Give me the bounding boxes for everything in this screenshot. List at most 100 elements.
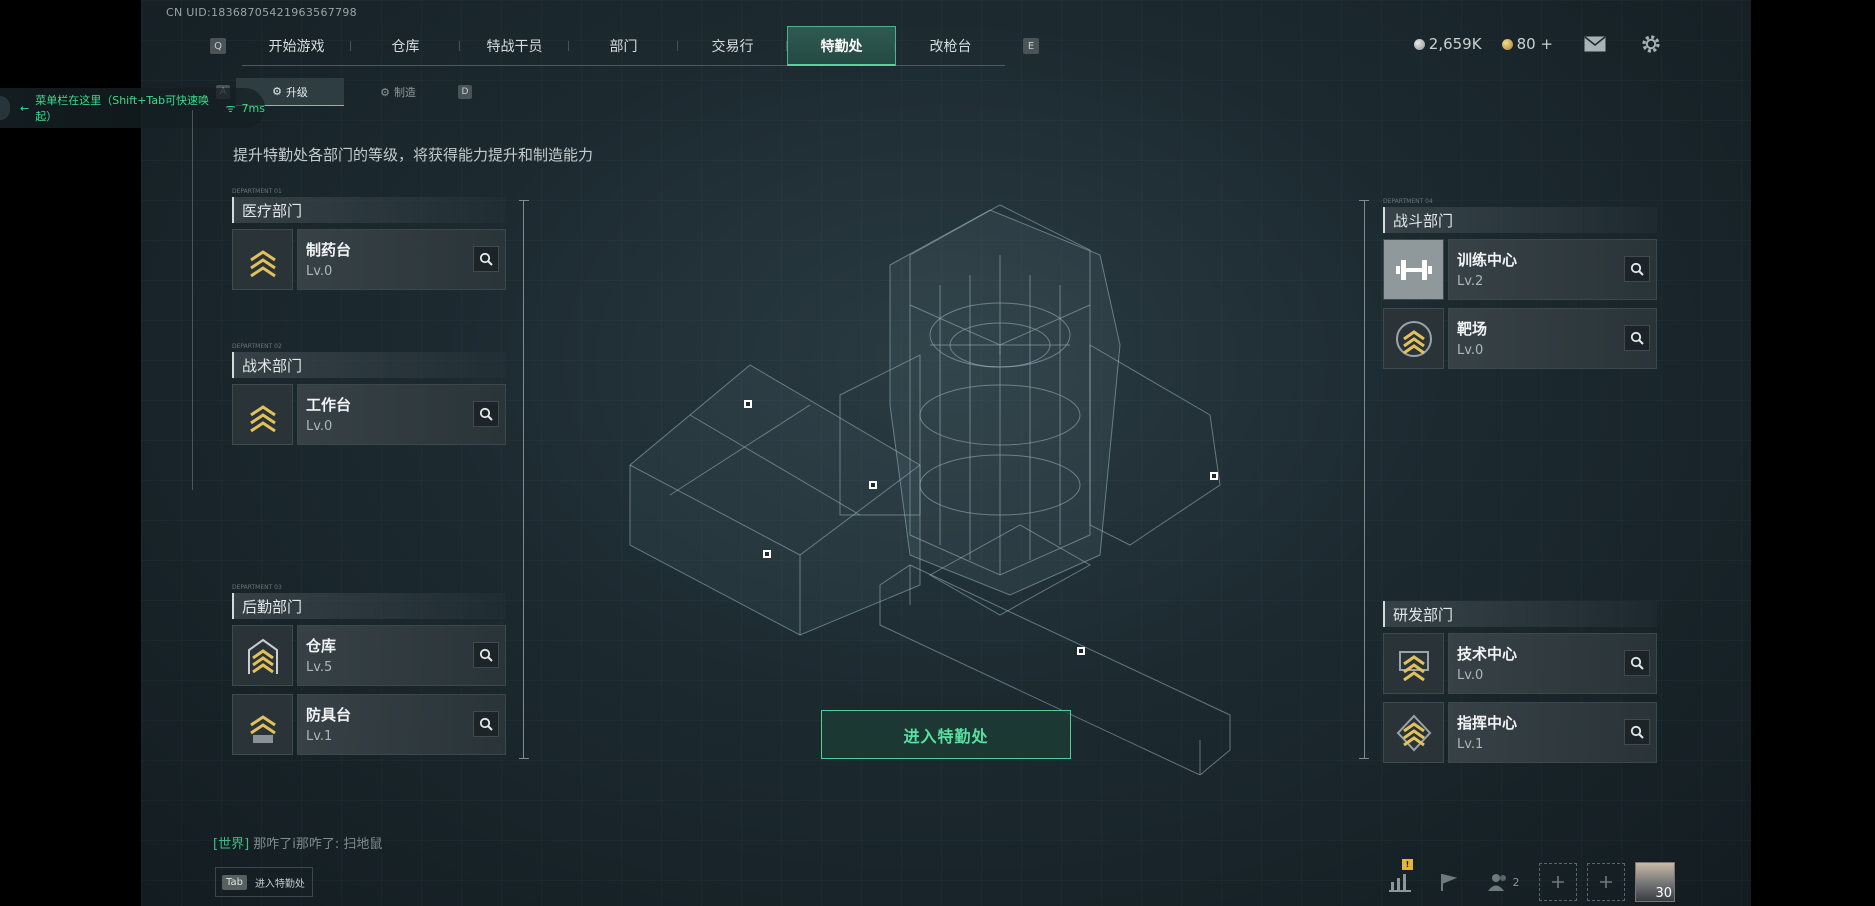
facility-info: 训练中心 Lv.2	[1448, 239, 1657, 300]
left-bracket-line	[523, 200, 524, 758]
facility-detail-button[interactable]	[473, 711, 499, 737]
facility-level-icon	[232, 694, 293, 755]
silver-coin-icon	[1413, 38, 1425, 50]
flag-button[interactable]	[1429, 863, 1467, 901]
facility-shooting-range[interactable]: 靶场 Lv.0	[1383, 308, 1657, 369]
tab-operators[interactable]: 特战干员	[460, 26, 569, 66]
facility-info: 仓库 Lv.5	[297, 625, 506, 686]
facility-level-icon	[232, 384, 293, 445]
facility-tech-center[interactable]: 技术中心 Lv.0	[1383, 633, 1657, 694]
facility-training-center[interactable]: 训练中心 Lv.2	[1383, 239, 1657, 300]
dept-tag: DEPARTMENT 01	[232, 188, 282, 195]
team-button[interactable]: 2	[1477, 863, 1529, 901]
tab-special-ops[interactable]: 特勤处	[787, 26, 896, 66]
silver-currency: 2,659K	[1413, 35, 1482, 53]
tab-department[interactable]: 部门	[569, 26, 678, 66]
hint-drag-handle[interactable]	[0, 96, 10, 120]
nav-next-key[interactable]: E	[1023, 38, 1039, 54]
tab-gunsmith[interactable]: 改枪台	[896, 26, 1005, 66]
plus-icon	[1552, 876, 1564, 888]
search-icon	[479, 252, 493, 266]
chat-channel: [世界]	[213, 837, 250, 852]
left-edge-line	[192, 110, 193, 490]
search-icon	[1630, 725, 1644, 739]
chat-line[interactable]: [世界] 那咋了i那咋了: 扫地鼠	[213, 833, 382, 852]
tab-start-game[interactable]: 开始游戏	[242, 26, 351, 66]
facility-warehouse[interactable]: 仓库 Lv.5	[232, 625, 506, 686]
top-right-bar: 2,659K 80 +	[1413, 30, 1665, 58]
stats-alert-badge: !	[1402, 859, 1413, 870]
chevron-rank-icon	[247, 638, 278, 674]
dept-tactical: DEPARTMENT 02 战术部门 工作台 Lv.0	[232, 343, 506, 453]
add-member-button-1[interactable]	[1539, 863, 1577, 901]
gear-icon	[1642, 35, 1660, 53]
facility-detail-button[interactable]	[1624, 256, 1650, 282]
search-icon	[1630, 331, 1644, 345]
facility-workbench[interactable]: 工作台 Lv.0	[232, 384, 506, 445]
chevron-rank-icon	[249, 404, 276, 432]
facility-detail-button[interactable]	[473, 246, 499, 272]
team-count: 2	[1512, 875, 1520, 889]
tab-key-label: 进入特勤处	[254, 878, 305, 890]
search-icon	[1630, 656, 1644, 670]
search-icon	[479, 407, 493, 421]
nav-tabs: 开始游戏 仓库 特战干员 部门 交易行 特勤处 改枪台	[242, 26, 1005, 66]
craft-icon: ⚙	[380, 85, 390, 99]
left-bracket-top	[519, 200, 529, 201]
facility-detail-button[interactable]	[473, 642, 499, 668]
facility-armor-bench[interactable]: 防具台 Lv.1	[232, 694, 506, 755]
gold-coin-icon	[1501, 38, 1513, 50]
player-avatar[interactable]: 30	[1635, 862, 1675, 902]
dept-tag: DEPARTMENT 02	[232, 343, 282, 350]
facility-detail-button[interactable]	[473, 401, 499, 427]
dept-title: 战术部门	[232, 352, 506, 378]
facility-pharmacy[interactable]: 制药台 Lv.0	[232, 229, 506, 290]
dept-tag: DEPARTMENT 04	[1383, 198, 1433, 205]
stats-button[interactable]: !	[1381, 859, 1419, 901]
tab-key: Tab	[222, 874, 247, 890]
people-icon	[1487, 874, 1506, 891]
tab-key-hint[interactable]: Tab 进入特勤处	[215, 867, 313, 897]
subtab-craft-label: 制造	[393, 86, 416, 99]
chevron-rank-icon	[249, 714, 276, 743]
flag-icon	[1441, 874, 1458, 891]
nav-prev-key[interactable]: Q	[210, 38, 226, 54]
page-description: 提升特勤处各部门的等级，将获得能力提升和制造能力	[233, 146, 594, 164]
left-bracket-bottom	[519, 758, 529, 759]
mail-icon	[1584, 36, 1606, 52]
chat-message: 那咋了i那咋了: 扫地鼠	[253, 837, 383, 852]
settings-button[interactable]	[1637, 30, 1665, 58]
facility-info: 指挥中心 Lv.1	[1448, 702, 1657, 763]
search-icon	[479, 717, 493, 731]
enter-special-ops-button[interactable]: 进入特勤处	[821, 710, 1071, 759]
add-member-button-2[interactable]	[1587, 863, 1625, 901]
chevron-rank-icon	[1396, 714, 1431, 751]
search-icon	[479, 648, 493, 662]
headquarters-wireframe-model	[629, 204, 1231, 775]
facility-detail-button[interactable]	[1624, 650, 1650, 676]
tab-warehouse[interactable]: 仓库	[351, 26, 460, 66]
subtab-upgrade-label: 升级	[285, 85, 308, 99]
tab-trade[interactable]: 交易行	[678, 26, 787, 66]
gold-currency[interactable]: 80 +	[1501, 35, 1553, 53]
gold-amount: 80 +	[1516, 35, 1553, 53]
ping-value: 7ms	[241, 101, 265, 115]
facility-detail-button[interactable]	[1624, 325, 1650, 351]
silver-amount: 2,659K	[1428, 35, 1482, 53]
subtab-craft[interactable]: ⚙ 制造	[344, 78, 452, 106]
facility-detail-button[interactable]	[1624, 719, 1650, 745]
chevron-rank-icon	[1395, 320, 1432, 357]
dept-title: 研发部门	[1383, 601, 1657, 627]
facility-info: 技术中心 Lv.0	[1448, 633, 1657, 694]
facility-command-center[interactable]: 指挥中心 Lv.1	[1383, 702, 1657, 763]
bar-chart-icon	[1389, 874, 1411, 892]
mail-button[interactable]	[1581, 30, 1609, 58]
menu-hint-bar[interactable]: ← 菜单栏在这里（Shift+Tab可快速唤起） ᯤ 7ms	[0, 88, 265, 128]
right-bracket-line	[1364, 200, 1365, 758]
facility-info: 防具台 Lv.1	[297, 694, 506, 755]
wifi-icon: ᯤ	[225, 101, 236, 115]
bottom-right-bar: ! 2 30	[1381, 859, 1675, 902]
player-uid: CN UID:1836870542196356779​8	[166, 6, 357, 19]
subnav-next-key[interactable]: D	[458, 85, 472, 99]
plus-icon	[1600, 876, 1612, 888]
